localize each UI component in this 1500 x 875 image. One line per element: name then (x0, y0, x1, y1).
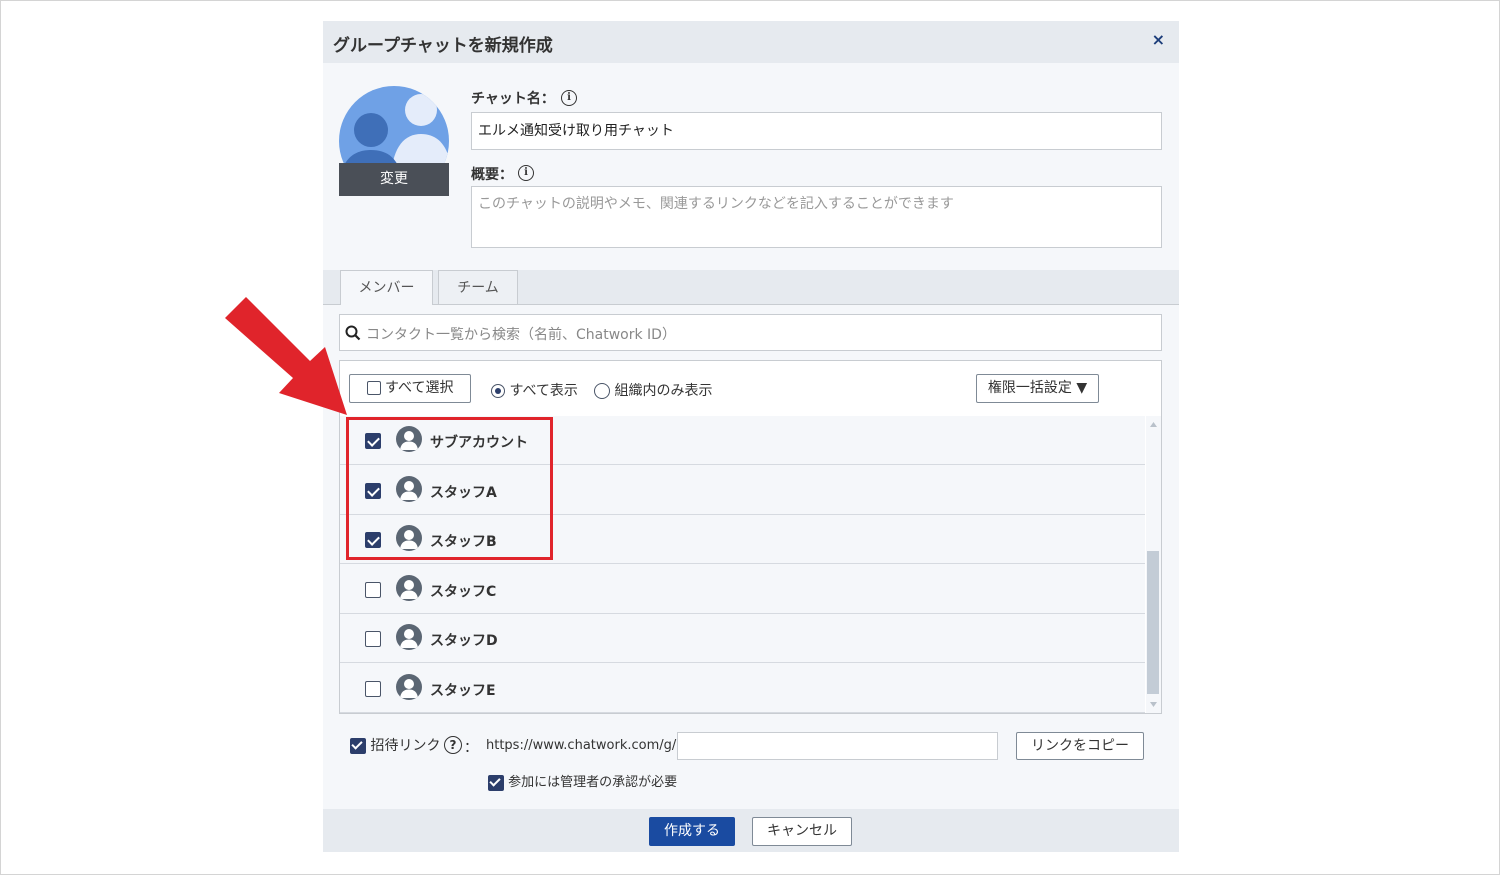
dialog-title: グループチャットを新規作成 (333, 36, 553, 56)
member-row[interactable]: スタッフE (340, 664, 1145, 713)
cancel-button[interactable]: キャンセル (752, 817, 852, 846)
invite-url-input[interactable] (677, 732, 998, 760)
contact-search-input[interactable]: コンタクト一覧から検索（名前、Chatwork ID） (339, 314, 1162, 351)
approval-toggle[interactable]: 参加には管理者の承認が必要 (488, 771, 677, 791)
description-textarea[interactable]: このチャットの説明やメモ、関連するリンクなどを記入することができます (471, 186, 1162, 248)
dialog-footer: 作成する キャンセル (323, 809, 1179, 852)
member-name: スタッフE (430, 682, 496, 699)
user-avatar-icon (396, 673, 422, 700)
create-button[interactable]: 作成する (649, 817, 735, 846)
scroll-up-icon[interactable] (1150, 422, 1157, 427)
chat-name-info-icon[interactable]: i (561, 90, 577, 106)
description-info-icon[interactable]: i (518, 165, 534, 181)
bulk-permission-button[interactable]: 権限一括設定 ▼ (976, 374, 1099, 403)
member-name: スタッフD (430, 633, 498, 649)
annotation-arrow-icon (225, 297, 347, 415)
invite-link-checkbox[interactable] (350, 738, 366, 754)
member-checkbox[interactable] (365, 581, 381, 598)
search-placeholder: コンタクト一覧から検索（名前、Chatwork ID） (366, 327, 676, 343)
invite-url-prefix: https://www.chatwork.com/g/ (486, 738, 677, 753)
invite-help-icon[interactable]: ? (444, 736, 462, 754)
member-name: スタッフC (430, 583, 497, 600)
description-label: 概要： (471, 167, 513, 183)
org-only-radio-dot (594, 383, 610, 399)
member-checkbox[interactable] (365, 680, 381, 697)
show-all-radio[interactable]: すべて表示 (491, 380, 578, 400)
scroll-thumb[interactable] (1147, 551, 1159, 694)
chat-name-label: チャット名： (471, 91, 555, 107)
show-all-radio-dot (491, 384, 505, 398)
org-only-label: 組織内のみ表示 (614, 383, 713, 399)
select-all-button[interactable]: すべて選択 (349, 374, 471, 403)
chat-name-input[interactable]: エルメ通知受け取り用チャット (471, 112, 1162, 150)
user-avatar-icon (396, 574, 422, 601)
invite-colon: ： (464, 740, 478, 756)
select-all-label: すべて選択 (384, 380, 454, 396)
scroll-down-icon[interactable] (1150, 702, 1157, 707)
member-list-scrollbar[interactable] (1146, 416, 1161, 713)
tabs-bar: メンバー チーム (323, 270, 1179, 305)
copy-link-button[interactable]: リンクをコピー (1016, 732, 1144, 760)
member-row[interactable]: スタッフD (340, 614, 1145, 663)
tab-team[interactable]: チーム (438, 270, 518, 304)
close-icon[interactable]: × (1152, 30, 1165, 49)
invite-link-label: 招待リンク (370, 738, 441, 754)
approval-checkbox[interactable] (488, 774, 504, 791)
show-all-label: すべて表示 (509, 383, 578, 399)
select-all-checkbox (366, 381, 381, 395)
member-row[interactable]: スタッフC (340, 565, 1145, 614)
annotation-highlight-box (346, 417, 553, 560)
approval-label: 参加には管理者の承認が必要 (508, 775, 678, 790)
member-checkbox[interactable] (365, 631, 381, 647)
invite-link-toggle[interactable]: 招待リンク (350, 735, 440, 755)
org-only-radio[interactable]: 組織内のみ表示 (594, 380, 712, 400)
avatar-change-button[interactable]: 変更 (339, 163, 449, 196)
user-avatar-icon (396, 624, 422, 650)
dialog-header: グループチャットを新規作成 × (323, 21, 1179, 63)
